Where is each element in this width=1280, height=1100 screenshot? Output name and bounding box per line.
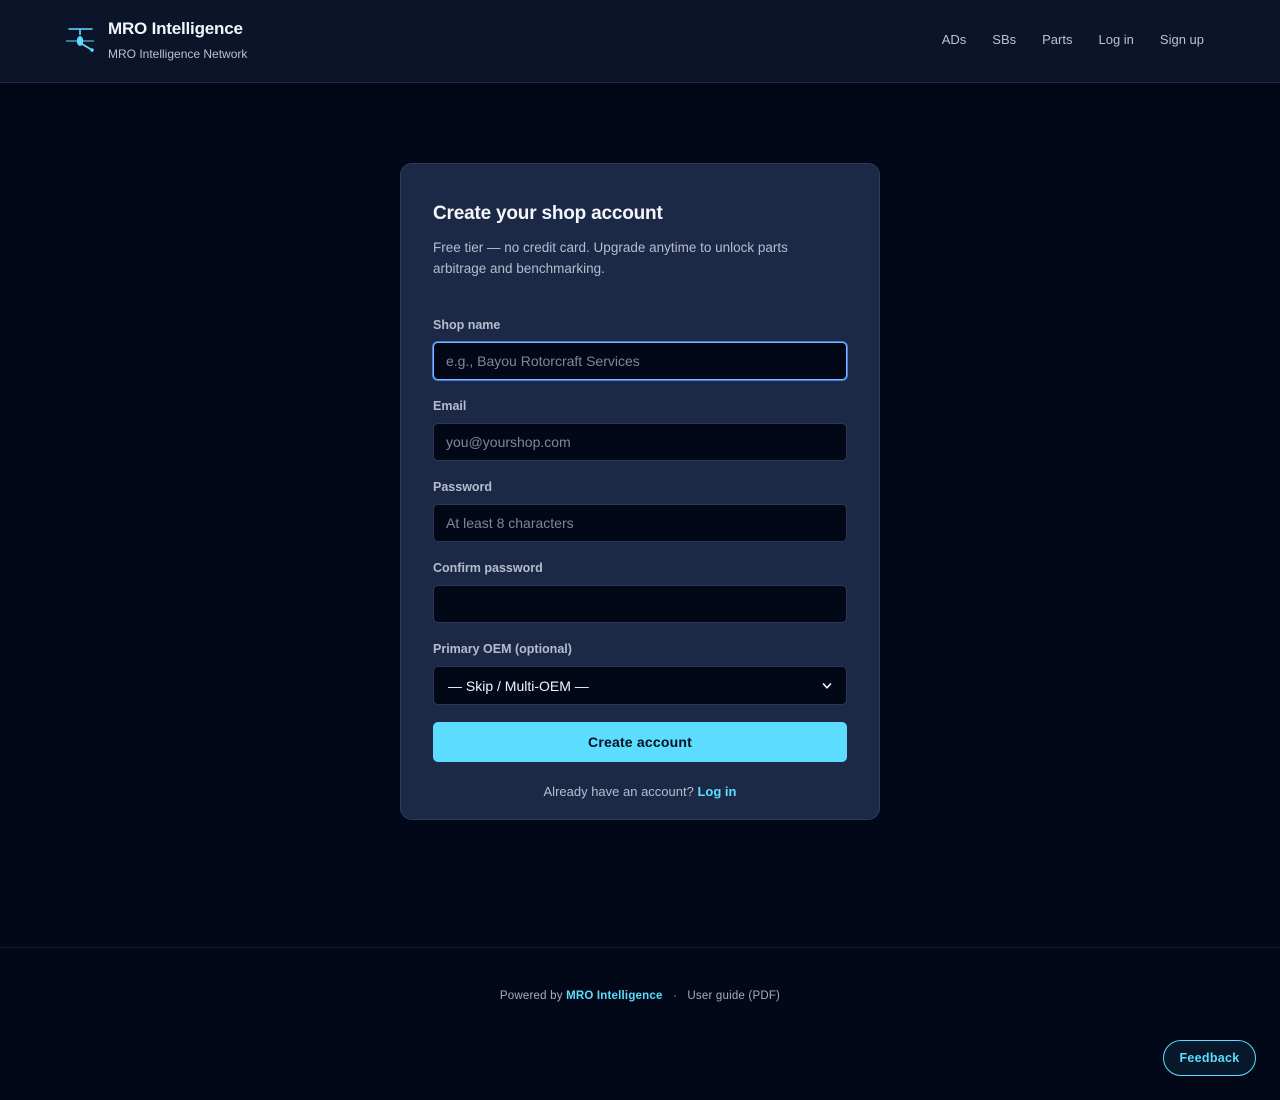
primary-oem-group: Primary OEM (optional) — Skip / Multi-OE… [433, 641, 847, 705]
nav-log-in[interactable]: Log in [1098, 31, 1133, 49]
site-footer: Powered by MRO Intelligence · User guide… [0, 947, 1280, 1100]
password-label: Password [433, 480, 493, 494]
email-input[interactable] [433, 423, 847, 461]
primary-oem-selected: — Skip / Multi-OEM — [448, 677, 589, 694]
brand-home-link[interactable]: MRO Intelligence MRO Intelligence Networ… [64, 18, 247, 62]
signup-card: Create your shop account Free tier — no … [400, 163, 880, 820]
brand-title: MRO Intelligence [108, 19, 243, 38]
brand-subtitle: MRO Intelligence Network [108, 47, 248, 61]
nav-sbs[interactable]: SBs [992, 31, 1016, 49]
shop-name-input[interactable] [433, 342, 847, 380]
confirm-password-input[interactable] [433, 585, 847, 623]
login-prompt-text: Already have an account? [543, 784, 694, 799]
confirm-password-label: Confirm password [433, 561, 543, 575]
login-prompt-line: Already have an account? Log in [433, 783, 847, 801]
user-guide-link[interactable]: User guide (PDF) [687, 990, 780, 1002]
email-group: Email [433, 398, 847, 461]
nav-ads[interactable]: ADs [942, 31, 967, 49]
chevron-down-icon [822, 682, 832, 689]
nav-parts[interactable]: Parts [1042, 31, 1072, 49]
password-group: Password [433, 479, 847, 542]
shop-name-group: Shop name [433, 317, 847, 380]
form-description: Free tier — no credit card. Upgrade anyt… [433, 240, 788, 276]
footer-separator: · [672, 990, 677, 1002]
top-nav: ADs SBs Parts Log in Sign up [942, 31, 1204, 49]
create-account-button[interactable]: Create account [433, 722, 847, 762]
primary-oem-select[interactable]: — Skip / Multi-OEM — [433, 666, 847, 705]
powered-by-text: Powered by [499, 990, 563, 1002]
helicopter-icon [66, 28, 94, 52]
email-label: Email [433, 399, 467, 413]
login-link[interactable]: Log in [697, 784, 736, 799]
confirm-password-group: Confirm password [433, 560, 847, 623]
form-title: Create your shop account [433, 203, 663, 224]
shop-name-label: Shop name [433, 318, 501, 332]
footer-brand-link[interactable]: MRO Intelligence [566, 990, 663, 1002]
footer-line: Powered by MRO Intelligence · User guide… [0, 988, 1280, 1004]
site-header: MRO Intelligence MRO Intelligence Networ… [0, 0, 1280, 83]
nav-sign-up[interactable]: Sign up [1160, 31, 1204, 49]
password-input[interactable] [433, 504, 847, 542]
primary-oem-label: Primary OEM (optional) [433, 642, 572, 656]
feedback-button[interactable]: Feedback [1163, 1040, 1256, 1076]
